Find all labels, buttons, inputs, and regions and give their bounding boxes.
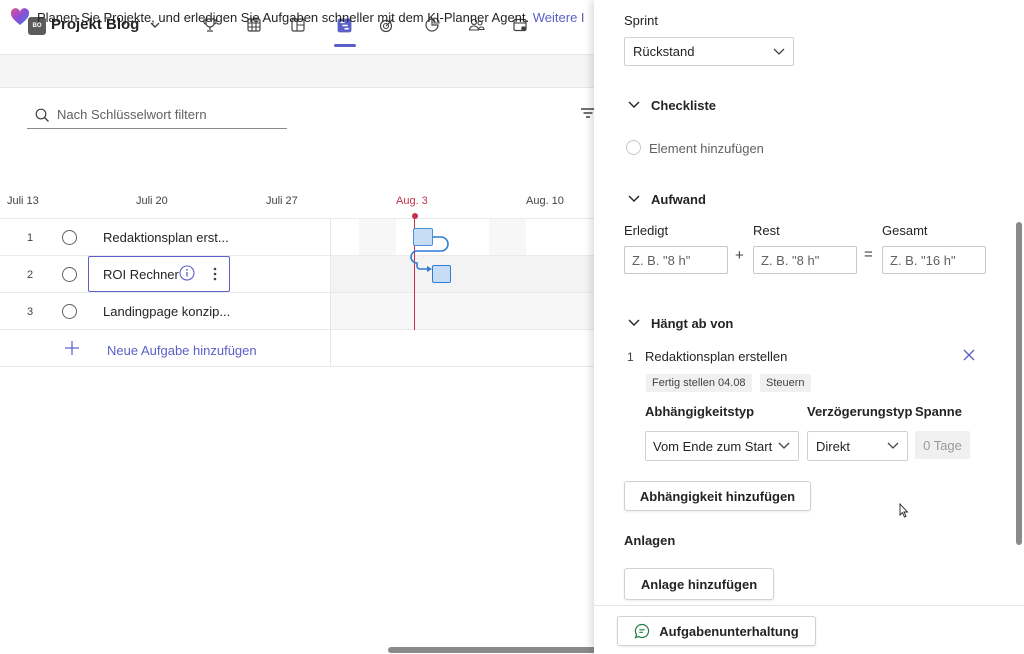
dependency-number: 1 [627, 350, 634, 364]
dependency-bucket-pill: Steuern [760, 374, 811, 392]
add-task-button[interactable]: Neue Aufgabe hinzufügen [107, 343, 257, 358]
depends-on-header[interactable]: Hängt ab von [651, 316, 733, 331]
timeline-date: Juli 20 [136, 195, 168, 207]
row-divider [0, 292, 600, 293]
close-icon[interactable] [962, 348, 976, 362]
chevron-down-icon[interactable] [628, 318, 640, 328]
effort-done-placeholder: Z. B. "8 h" [632, 252, 691, 268]
span-label: Spanne [915, 404, 962, 419]
task-number: 3 [27, 306, 34, 318]
effort-total-label: Gesamt [882, 223, 928, 238]
today-marker [412, 213, 418, 219]
effort-header[interactable]: Aufwand [651, 192, 706, 207]
task-title[interactable]: ROI Rechner [103, 267, 179, 282]
dependency-type-value: Vom Ende zum Start [653, 438, 773, 454]
task-title[interactable]: Landingpage konzip... [103, 304, 230, 319]
task-number: 1 [27, 232, 34, 244]
plus-sign: + [735, 247, 744, 264]
effort-done-label: Erledigt [624, 223, 669, 238]
attachments-header: Anlagen [624, 533, 676, 548]
sprint-select[interactable]: Rückstand [624, 37, 794, 66]
task-complete-checkbox[interactable] [62, 267, 77, 282]
row-divider [0, 329, 600, 330]
column-divider [330, 218, 331, 366]
effort-rest-input[interactable]: Z. B. "8 h" [753, 246, 857, 274]
effort-done-input[interactable]: Z. B. "8 h" [624, 246, 728, 274]
effort-total-input[interactable]: Z. B. "16 h" [882, 246, 986, 274]
chevron-down-icon[interactable] [628, 100, 640, 110]
banner-learn-more-link[interactable]: Weitere I [533, 10, 585, 25]
checklist-item-circle [626, 140, 641, 155]
dependency-type-label: Abhängigkeitstyp [645, 404, 755, 419]
ai-agent-banner [0, 54, 600, 88]
task-conversation-button[interactable]: Aufgabenunterhaltung [617, 616, 816, 646]
timeline-date: Aug. 10 [526, 195, 564, 207]
task-details-panel: Sprint Rückstand Checkliste Element hinz… [594, 0, 1024, 654]
search-icon [35, 108, 50, 123]
row-divider [0, 366, 600, 367]
delay-type-select[interactable]: Direkt [807, 431, 908, 461]
chevron-down-icon[interactable] [628, 194, 640, 204]
gantt-grid [331, 219, 600, 330]
horizontal-scrollbar[interactable] [388, 647, 600, 653]
dependency-due-pill: Fertig stellen 04.08 [646, 374, 752, 392]
filter-placeholder: Nach Schlüsselwort filtern [57, 107, 207, 122]
panel-footer-divider [594, 605, 1024, 606]
checklist-header[interactable]: Checkliste [651, 98, 716, 113]
delay-type-label: Verzögerungstyp [807, 404, 913, 419]
add-dependency-button[interactable]: Abhängigkeit hinzufügen [624, 481, 811, 511]
timeline-date-today: Aug. 3 [396, 195, 428, 207]
row-divider [0, 218, 600, 219]
effort-rest-label: Rest [753, 223, 780, 238]
copilot-heart-icon [10, 8, 30, 26]
effort-total-placeholder: Z. B. "16 h" [890, 252, 956, 268]
dependency-type-select[interactable]: Vom Ende zum Start [645, 431, 799, 461]
sprint-label: Sprint [624, 13, 658, 28]
equals-sign: = [864, 246, 873, 263]
span-input-disabled: 0 Tage [915, 431, 970, 459]
chevron-down-icon [887, 442, 899, 450]
more-options-icon[interactable] [212, 266, 218, 282]
sprint-value: Rückstand [633, 44, 695, 59]
checklist-add-item[interactable]: Element hinzufügen [649, 141, 764, 156]
chevron-down-icon [778, 442, 790, 450]
panel-vertical-scrollbar[interactable] [1016, 222, 1022, 545]
info-icon[interactable] [179, 265, 195, 281]
dependency-title[interactable]: Redaktionsplan erstellen [645, 349, 787, 364]
banner-message: Planen Sie Projekte, und erledigen Sie A… [37, 10, 585, 25]
timeline-date: Juli 27 [266, 195, 298, 207]
chat-icon [634, 623, 650, 639]
delay-type-value: Direkt [816, 438, 850, 454]
effort-rest-placeholder: Z. B. "8 h" [761, 252, 820, 268]
task-number: 2 [27, 269, 34, 281]
task-conversation-label: Aufgabenunterhaltung [659, 623, 799, 639]
mouse-cursor-icon [899, 503, 909, 518]
task-complete-checkbox[interactable] [62, 230, 77, 245]
add-icon[interactable] [64, 340, 80, 356]
chevron-down-icon [773, 48, 785, 56]
dependency-arrow [408, 236, 452, 276]
timeline-date: Juli 13 [7, 195, 39, 207]
task-title[interactable]: Redaktionsplan erst... [103, 230, 229, 245]
active-tab-indicator [334, 44, 356, 47]
task-complete-checkbox[interactable] [62, 304, 77, 319]
add-attachment-button[interactable]: Anlage hinzufügen [624, 568, 774, 600]
